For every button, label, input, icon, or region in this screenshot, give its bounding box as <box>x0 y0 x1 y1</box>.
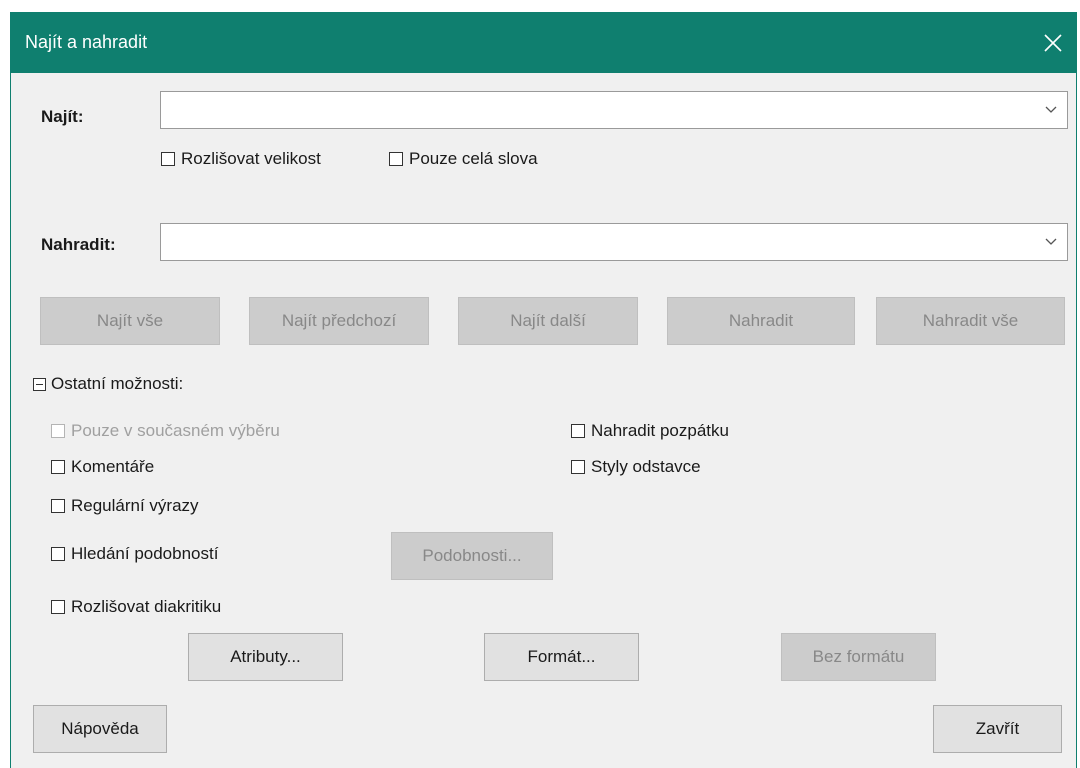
chevron-down-icon[interactable] <box>1034 92 1067 128</box>
match-case-checkbox[interactable]: Rozlišovat velikost <box>161 149 321 169</box>
diacritics-checkbox[interactable]: Rozlišovat diakritiku <box>51 597 221 617</box>
comments-label: Komentáře <box>71 457 155 476</box>
title-bar: Najít a nahradit <box>11 13 1076 73</box>
other-options-expander[interactable]: Ostatní možnosti: <box>33 374 183 394</box>
replace-label: Nahradit: <box>41 235 116 254</box>
similarity-search-checkbox[interactable]: Hledání podobností <box>51 544 218 564</box>
find-input[interactable] <box>161 92 1033 128</box>
paragraph-styles-label: Styly odstavce <box>591 457 701 476</box>
format-button[interactable]: Formát... <box>484 633 639 681</box>
other-options-label: Ostatní možnosti: <box>51 374 184 393</box>
checkbox-box[interactable] <box>571 424 585 438</box>
help-button[interactable]: Nápověda <box>33 705 167 753</box>
match-case-label: Rozlišovat velikost <box>181 149 321 168</box>
close-button[interactable]: Zavřít <box>933 705 1062 753</box>
checkbox-box[interactable] <box>51 499 65 513</box>
regex-label: Regulární výrazy <box>71 496 199 515</box>
find-label: Najít: <box>41 107 84 126</box>
only-selection-label: Pouze v současném výběru <box>71 421 280 440</box>
checkbox-box[interactable] <box>51 600 65 614</box>
checkbox-box[interactable] <box>51 424 65 438</box>
no-format-button[interactable]: Bez formátu <box>781 633 936 681</box>
whole-words-label: Pouze celá slova <box>409 149 538 168</box>
close-icon[interactable] <box>1036 26 1070 60</box>
paragraph-styles-checkbox[interactable]: Styly odstavce <box>571 457 701 477</box>
replace-all-button[interactable]: Nahradit vše <box>876 297 1065 345</box>
attributes-button[interactable]: Atributy... <box>188 633 343 681</box>
chevron-down-icon[interactable] <box>1034 224 1067 260</box>
checkbox-box[interactable] <box>51 547 65 561</box>
replace-button[interactable]: Nahradit <box>667 297 855 345</box>
checkbox-box[interactable] <box>161 152 175 166</box>
window-title: Najít a nahradit <box>25 32 148 52</box>
find-all-button[interactable]: Najít vše <box>40 297 220 345</box>
regex-checkbox[interactable]: Regulární výrazy <box>51 496 199 516</box>
only-selection-checkbox[interactable]: Pouze v současném výběru <box>51 421 280 441</box>
find-combobox[interactable] <box>160 91 1068 129</box>
similarities-button[interactable]: Podobnosti... <box>391 532 553 580</box>
similarity-search-label: Hledání podobností <box>71 544 219 563</box>
find-next-button[interactable]: Najít další <box>458 297 638 345</box>
find-previous-button[interactable]: Najít předchozí <box>249 297 429 345</box>
diacritics-label: Rozlišovat diakritiku <box>71 597 222 616</box>
replace-combobox[interactable] <box>160 223 1068 261</box>
checkbox-box[interactable] <box>51 460 65 474</box>
find-replace-dialog: Najít a nahradit Najít: Rozlišovat velik… <box>10 12 1077 768</box>
checkbox-box[interactable] <box>389 152 403 166</box>
collapse-icon[interactable] <box>33 377 46 391</box>
whole-words-checkbox[interactable]: Pouze celá slova <box>389 149 538 169</box>
comments-checkbox[interactable]: Komentáře <box>51 457 154 477</box>
replace-input[interactable] <box>161 224 1033 260</box>
replace-backwards-checkbox[interactable]: Nahradit pozpátku <box>571 421 729 441</box>
checkbox-box[interactable] <box>571 460 585 474</box>
replace-backwards-label: Nahradit pozpátku <box>591 421 729 440</box>
